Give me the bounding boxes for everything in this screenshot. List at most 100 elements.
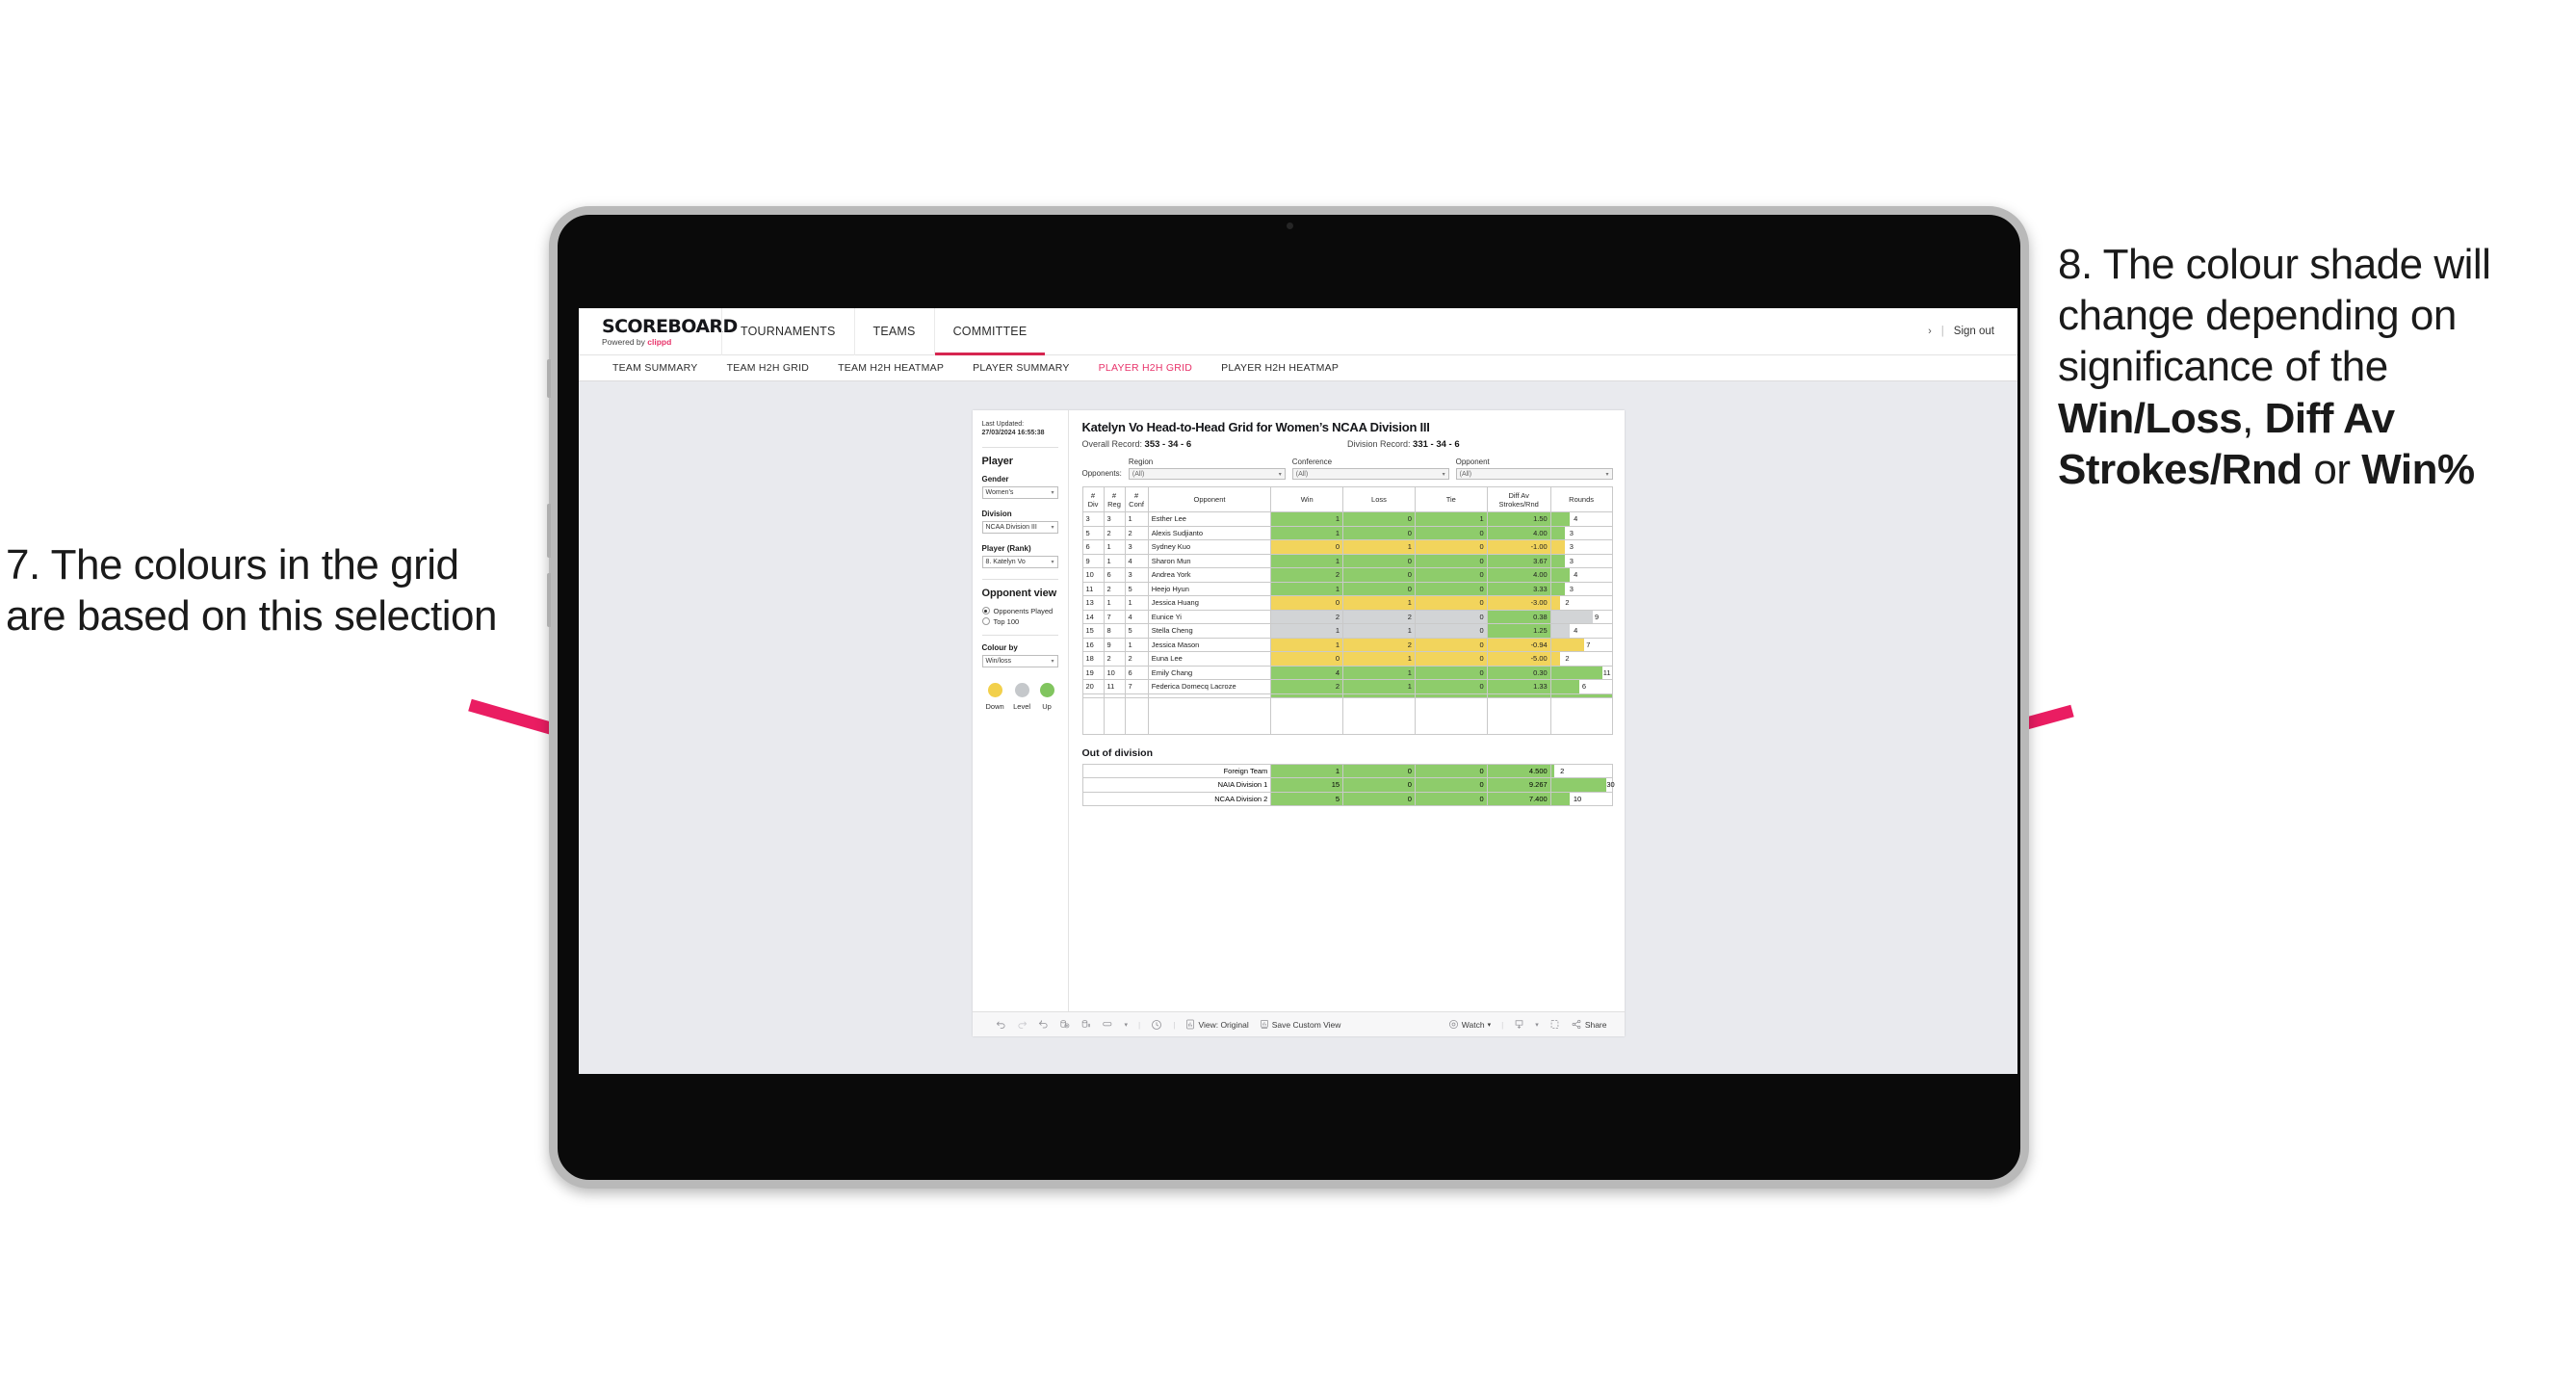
table-row[interactable]: 14 7 4 Eunice Yi 2 2 0 0.38 9 [1081,609,1613,624]
cell-div: 3 [1081,511,1105,527]
rounds-value: 3 [1569,542,1574,551]
column-header-diff-av-strokes-rnd[interactable]: Diff Av Strokes/Rnd [1486,486,1551,512]
colour-by-field: Colour by Win/loss ▾ [981,643,1058,667]
column-header-win[interactable]: Win [1270,486,1344,512]
cell-tie: 0 [1414,539,1488,555]
watch-button[interactable]: Watch ▾ [1448,1019,1491,1030]
legend-item-down: Down [986,682,1004,711]
opponent-dropdown[interactable]: (All) ▾ [1455,468,1613,480]
table-row[interactable]: 3 3 1 Esther Lee 1 0 1 1.50 4 [1081,511,1613,527]
table-row[interactable]: 5 2 2 Alexis Sudjianto 1 0 0 4.00 3 [1081,525,1613,540]
table-row[interactable]: 9 1 4 Sharon Mun 1 0 0 3.67 3 [1081,553,1613,568]
download-icon[interactable] [1514,1019,1524,1030]
gender-dropdown[interactable]: Women’s ▾ [981,485,1058,499]
chevron-down-icon[interactable]: ▾ [1535,1021,1539,1029]
undo-icon[interactable] [996,1019,1006,1030]
player-rank-value: 8. Katelyn Vo [985,558,1026,565]
column-header-reg[interactable]: # Reg [1103,486,1126,512]
cell-rounds: 3 [1549,525,1613,540]
region-dropdown[interactable]: (All) ▾ [1128,468,1286,480]
radio-top-100[interactable]: Top 100 [981,617,1058,626]
cell-diff: 4.00 [1486,525,1551,540]
player-rank-dropdown[interactable]: 8. Katelyn Vo ▾ [981,555,1058,568]
out-of-division-row[interactable]: NAIA Division 1 15 0 0 9.267 30 [1081,777,1615,793]
redo-icon[interactable] [1017,1019,1028,1030]
cell-loss: 1 [1342,623,1416,639]
player-rank-field: Player (Rank) 8. Katelyn Vo ▾ [981,544,1058,568]
ood-tie: 0 [1414,777,1488,793]
table-row[interactable]: 6 1 3 Sydney Kuo 0 1 0 -1.00 3 [1081,539,1613,555]
column-header-conf[interactable]: # Conf [1124,486,1149,512]
conference-dropdown[interactable]: (All) ▾ [1291,468,1449,480]
cell-tie: 0 [1414,581,1488,596]
subnav-player-h2h-grid[interactable]: PLAYER H2H GRID [1084,362,1208,374]
watch-label: Watch [1461,1019,1485,1030]
sign-out-link[interactable]: Sign out [1954,326,1994,337]
cell-win: 0 [1270,651,1344,667]
column-header-rounds[interactable]: Rounds [1549,486,1613,512]
table-row[interactable]: 15 8 5 Stella Cheng 1 1 0 1.25 4 [1081,623,1613,639]
cell-reg: 10 [1103,665,1126,680]
topnav-tournaments[interactable]: TOURNAMENTS [721,308,854,355]
table-row[interactable]: 19 10 6 Emily Chang 4 1 0 0.30 11 [1081,665,1613,680]
player-section-title: Player [981,455,1014,467]
clock-history-icon[interactable] [1151,1019,1162,1031]
save-custom-view-button[interactable]: Save Custom View [1260,1019,1340,1030]
cell-diff: 4.00 [1486,567,1551,583]
cell-opponent: Heejo Hyun [1147,581,1272,596]
radio-opponents-played[interactable]: Opponents Played [981,607,1058,615]
table-row[interactable]: 10 6 3 Andrea York 2 0 0 4.00 4 [1081,567,1613,583]
ood-tie: 0 [1414,791,1488,806]
view-original-button[interactable]: View: Original [1185,1019,1249,1030]
overall-record-label: Overall Record: [1081,439,1145,449]
colour-legend: Down Level Up [982,682,1058,711]
colour-by-dropdown[interactable]: Win/loss ▾ [981,654,1058,667]
out-of-division-row[interactable]: NCAA Division 2 5 0 0 7.400 10 [1081,791,1613,806]
chevron-down-icon[interactable]: ▾ [1125,1021,1129,1029]
out-of-division-row[interactable]: Foreign Team 1 0 0 4.500 2 [1081,763,1613,778]
topnav-committee[interactable]: COMMITTEE [933,308,1046,355]
cell-reg: 2 [1103,525,1126,540]
fullscreen-icon[interactable] [1549,1019,1560,1030]
share-button[interactable]: Share [1571,1019,1607,1030]
cell-rounds: 3 [1549,581,1613,596]
rounds-value: 10 [1573,794,1582,803]
subnav-player-h2h-heatmap[interactable]: PLAYER H2H HEATMAP [1207,362,1353,374]
brand-logo[interactable]: SCOREBOARD Powered by clippd [579,317,738,347]
table-row[interactable]: 16 9 1 Jessica Mason 1 2 0 -0.94 7 [1081,637,1613,652]
subnav-team-summary[interactable]: TEAM SUMMARY [598,362,713,374]
rounds-bar [1550,638,1584,651]
refresh-data-icon[interactable] [1059,1019,1070,1030]
table-row[interactable]: 13 1 1 Jessica Huang 0 1 0 -3.00 2 [1081,595,1613,611]
cell-win: 1 [1270,637,1344,652]
gender-label: Gender [981,474,1009,484]
topnav-teams[interactable]: TEAMS [853,308,934,355]
cell-rounds: 3 [1549,539,1613,555]
cell-diff: -1.00 [1486,539,1551,555]
table-row[interactable]: 11 2 5 Heejo Hyun 1 0 0 3.33 3 [1081,581,1613,596]
cell-win: 4 [1270,665,1344,680]
subnav-team-h2h-grid[interactable]: TEAM H2H GRID [713,362,824,374]
column-header-opponent[interactable]: Opponent [1147,486,1272,512]
cell-reg: 2 [1103,581,1126,596]
revert-icon[interactable] [1038,1019,1049,1030]
front-camera [1286,222,1293,229]
page-title: Katelyn Vo Head-to-Head Grid for Women’s… [1081,420,1430,434]
subnav-player-summary[interactable]: PLAYER SUMMARY [958,362,1084,374]
filter-sidebar: Last Updated: 27/03/2024 16:55:38 Player… [973,410,1069,1011]
column-header-loss[interactable]: Loss [1342,486,1416,512]
cell-empty [1124,697,1149,735]
highlighter-icon[interactable] [1102,1019,1114,1030]
cell-div: 10 [1081,567,1105,583]
chevron-right-icon[interactable]: › [1928,326,1932,337]
cell-conf: 1 [1124,595,1149,611]
table-row[interactable]: 20 11 7 Federica Domecq Lacroze 2 1 0 1.33 6 [1081,679,1613,694]
column-header-div[interactable]: # Div [1081,486,1105,512]
subnav-team-h2h-heatmap[interactable]: TEAM H2H HEATMAP [823,362,958,374]
pause-data-icon[interactable] [1080,1019,1091,1030]
opponent-caption: Opponent [1455,458,1490,466]
column-header-tie[interactable]: Tie [1414,486,1488,512]
division-dropdown[interactable]: NCAA Division III ▾ [981,520,1058,534]
ood-label: NCAA Division 2 [1081,791,1272,806]
table-row[interactable]: 18 2 2 Euna Lee 0 1 0 -5.00 2 [1081,651,1613,667]
